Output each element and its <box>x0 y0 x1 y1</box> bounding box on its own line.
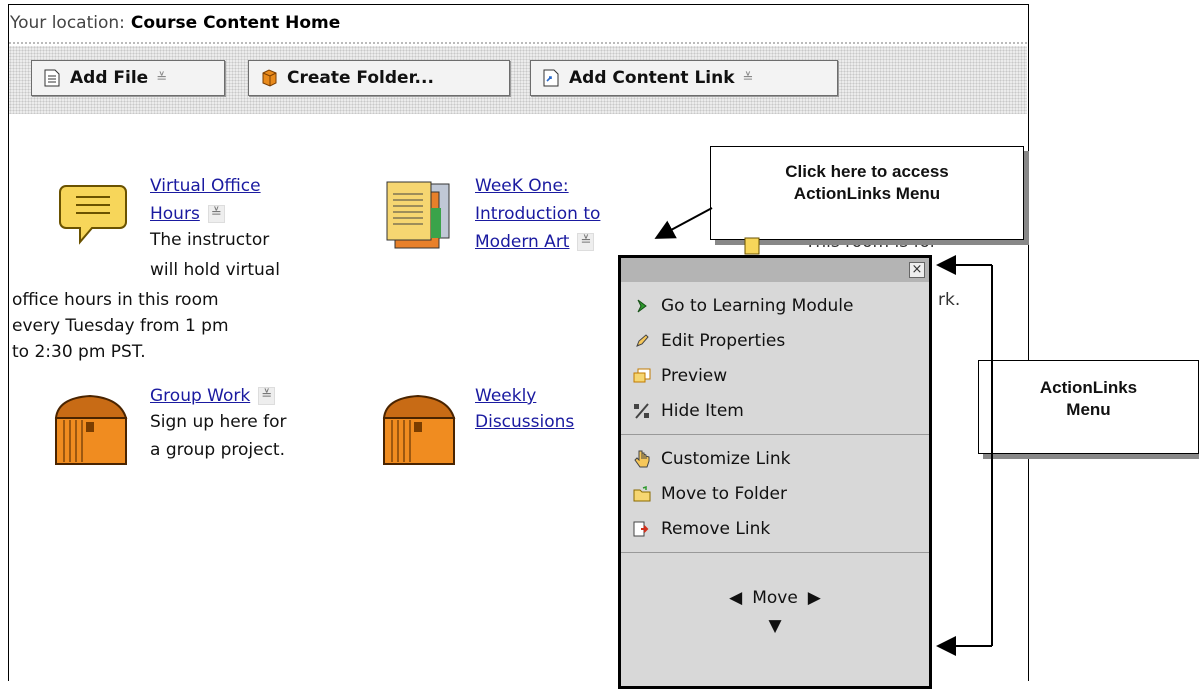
remove-link-icon <box>633 520 651 538</box>
menu-item-remove-link[interactable]: Remove Link <box>621 511 929 546</box>
close-icon[interactable]: × <box>909 262 925 278</box>
menu-item-hide-item[interactable]: Hide Item <box>621 393 929 428</box>
hand-cursor-icon <box>633 450 651 468</box>
preview-window-icon <box>633 367 651 385</box>
move-right-icon[interactable]: ▶ <box>808 588 821 608</box>
annotation-arrows <box>654 207 993 656</box>
menu-item-customize-link[interactable]: Customize Link <box>621 441 929 476</box>
hide-item-icon <box>633 402 651 420</box>
menu-item-go-to-learning-module[interactable]: Go to Learning Module <box>621 288 929 323</box>
move-label: Move <box>752 588 798 608</box>
menu-item-preview[interactable]: Preview <box>621 358 929 393</box>
actionlinks-menu: × Go to Learning Module Edit Properties … <box>618 255 932 689</box>
folder-move-icon <box>633 485 651 503</box>
menu-item-edit-properties[interactable]: Edit Properties <box>621 323 929 358</box>
move-down-icon[interactable]: ▼ <box>768 616 781 636</box>
menu-divider <box>621 434 929 435</box>
go-arrow-icon <box>633 297 651 315</box>
menu-item-move-to-folder[interactable]: Move to Folder <box>621 476 929 511</box>
pencil-icon <box>633 332 651 350</box>
menu-divider <box>621 552 929 553</box>
move-left-icon[interactable]: ◀ <box>729 588 742 608</box>
move-controls: ◀ Move ▶ <box>621 588 929 608</box>
menu-header: × <box>621 258 929 282</box>
